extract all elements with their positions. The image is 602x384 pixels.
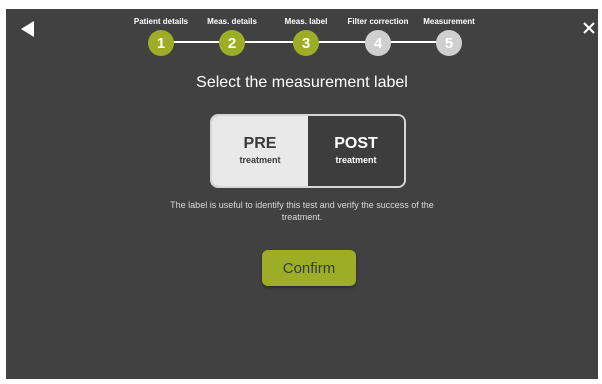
step-4: Filter correction 4 xyxy=(343,9,413,56)
step-label: Filter correction xyxy=(347,17,409,26)
pre-treatment-option[interactable]: PRE treatment xyxy=(212,116,308,186)
step-3: Meas. label 3 xyxy=(271,9,341,56)
post-treatment-option[interactable]: POST treatment xyxy=(308,116,404,186)
step-label: Patient details xyxy=(133,17,189,26)
step-2: Meas. details 2 xyxy=(197,9,267,56)
confirm-button[interactable]: Confirm xyxy=(262,250,356,286)
option-label: PRE xyxy=(243,135,277,152)
step-label: Measurement xyxy=(423,17,475,26)
option-label: POST xyxy=(334,135,378,152)
progress-stepper: Patient details 1 Meas. details 2 Meas. … xyxy=(6,9,598,69)
step-circle: 5 xyxy=(436,30,462,56)
step-5: Measurement 5 xyxy=(414,9,484,56)
measurement-label-toggle: PRE treatment POST treatment xyxy=(210,114,406,188)
step-1: Patient details 1 xyxy=(126,9,196,56)
option-sublabel: treatment xyxy=(335,155,377,165)
app-screen: Patient details 1 Meas. details 2 Meas. … xyxy=(6,9,598,379)
page-title: Select the measurement label xyxy=(196,74,408,91)
step-circle: 3 xyxy=(293,30,319,56)
step-label: Meas. details xyxy=(207,17,257,26)
step-circle: 4 xyxy=(365,30,391,56)
step-circle: 2 xyxy=(219,30,245,56)
option-sublabel: treatment xyxy=(239,155,281,165)
step-label: Meas. label xyxy=(284,17,328,26)
step-circle: 1 xyxy=(148,30,174,56)
description-text: The label is useful to identify this tes… xyxy=(170,200,434,222)
